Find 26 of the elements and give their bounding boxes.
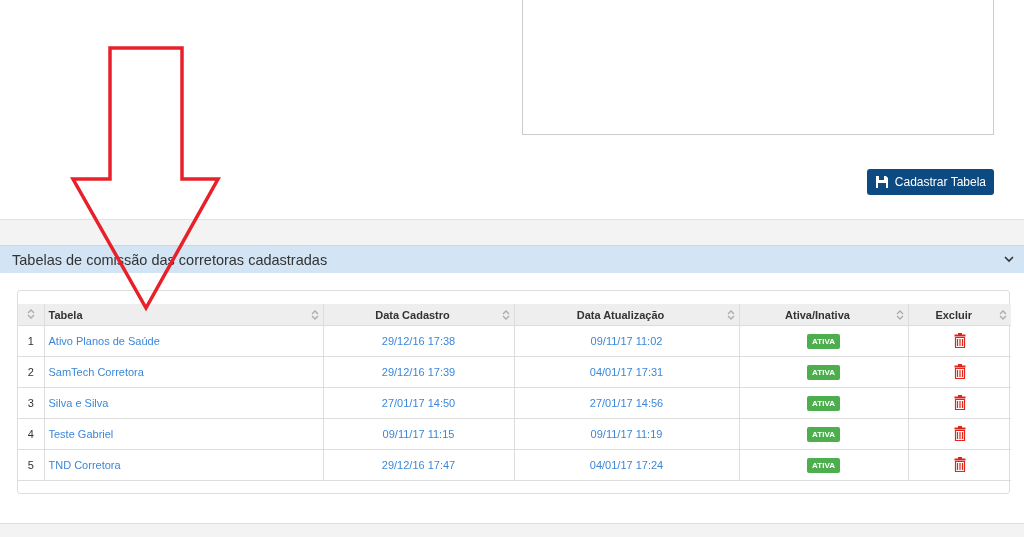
table-name-link[interactable]: TND Corretora <box>44 449 323 481</box>
date-cell: 29/12/16 17:47 <box>323 449 514 481</box>
save-button[interactable]: Cadastrar Tabela <box>866 169 994 195</box>
row-number: 4 <box>18 418 44 450</box>
status-badge: ATIVA <box>807 395 840 411</box>
date-cell: 09/11/17 11:02 <box>514 325 739 357</box>
date-cell: 09/11/17 11:15 <box>323 418 514 450</box>
status-badge: ATIVA <box>807 364 840 380</box>
date-cell: 29/12/16 17:38 <box>323 325 514 357</box>
row-number: 3 <box>18 387 44 419</box>
row-number: 5 <box>18 449 44 481</box>
date-cell: 27/01/17 14:56 <box>514 387 739 419</box>
date-cell: 27/01/17 14:50 <box>323 387 514 419</box>
table-name-link[interactable]: Ativo Planos de Saúde <box>44 325 323 357</box>
row-number: 1 <box>18 325 44 357</box>
status-badge: ATIVA <box>807 457 840 473</box>
date-cell: 29/12/16 17:39 <box>323 356 514 388</box>
date-cell: 04/01/17 17:31 <box>514 356 739 388</box>
status-badge: ATIVA <box>807 426 840 442</box>
row-number: 2 <box>18 356 44 388</box>
status-badge: ATIVA <box>807 333 840 349</box>
table-name-link[interactable]: Teste Gabriel <box>44 418 323 450</box>
table-name-link[interactable]: SamTech Corretora <box>44 356 323 388</box>
date-cell: 09/11/17 11:19 <box>514 418 739 450</box>
table-name-link[interactable]: Silva e Silva <box>44 387 323 419</box>
date-cell: 04/01/17 17:24 <box>514 449 739 481</box>
